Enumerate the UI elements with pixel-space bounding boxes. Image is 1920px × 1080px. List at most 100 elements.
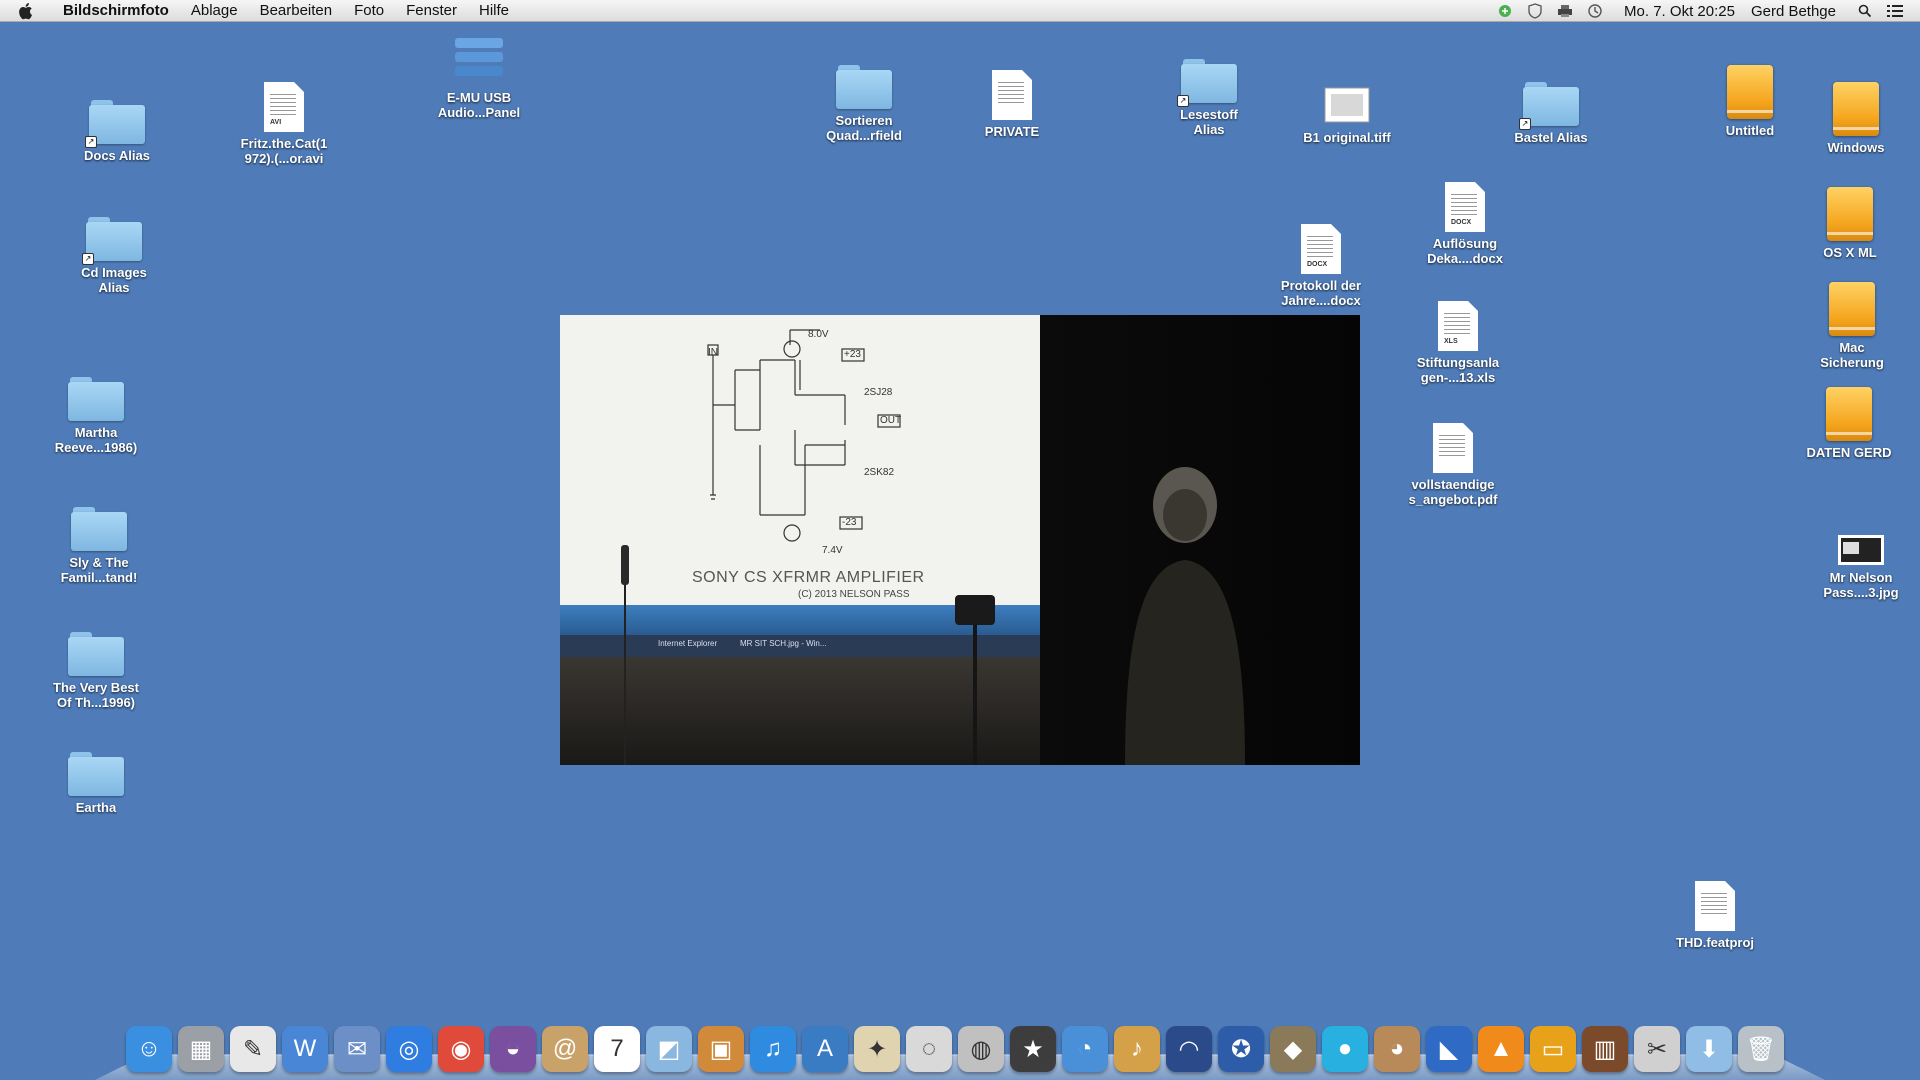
xls-file-icon: XLS xyxy=(1438,301,1478,351)
desktop-drive-windows[interactable]: Windows xyxy=(1796,80,1916,155)
dock-tor-icon[interactable]: ◒ xyxy=(490,1026,536,1072)
dock-circle-app-icon[interactable]: ● xyxy=(1322,1026,1368,1072)
shield-icon[interactable] xyxy=(1526,3,1544,19)
notification-center-icon[interactable] xyxy=(1886,3,1904,19)
dock-gimp-icon[interactable]: ◆ xyxy=(1270,1026,1316,1072)
dock-preview-icon[interactable]: ◩ xyxy=(646,1026,692,1072)
schematic-label-7v4: 7.4V xyxy=(822,545,843,556)
desktop-app-emu-usb-audio[interactable]: E-MU USB Audio...Panel xyxy=(419,30,539,120)
desktop-file-aufloesung-docx[interactable]: DOCX Auflösung Deka....docx xyxy=(1405,176,1525,266)
desktop-folder-lesestoff-alias[interactable]: ↗ Lesestoff Alias xyxy=(1149,47,1269,137)
desktop-icon-label: Martha Reeve...1986) xyxy=(54,425,138,455)
dock-audio-app-icon[interactable]: ◠ xyxy=(1166,1026,1212,1072)
dock-itunes-icon[interactable]: ♫ xyxy=(750,1026,796,1072)
dock-tv-app-icon[interactable]: ▭ xyxy=(1530,1026,1576,1072)
dock-cyberduck-icon[interactable]: ◣ xyxy=(1426,1026,1472,1072)
desktop-file-nelson-pass-jpg[interactable]: Mr Nelson Pass....3.jpg xyxy=(1801,510,1920,600)
menu-foto[interactable]: Foto xyxy=(343,0,395,22)
desktop-drive-osxml[interactable]: OS X ML xyxy=(1790,185,1910,260)
dock-calculator-icon[interactable]: ▦ xyxy=(178,1026,224,1072)
desktop-file-thd-featproj[interactable]: THD.featproj xyxy=(1655,875,1775,950)
menubar: Bildschirmfoto Ablage Bearbeiten Foto Fe… xyxy=(0,0,1920,22)
sync-icon[interactable] xyxy=(1496,3,1514,19)
desktop-file-stiftungsanlagen-xls[interactable]: XLS Stiftungsanla gen-...13.xls xyxy=(1398,295,1518,385)
dock-chrome-icon[interactable]: ◉ xyxy=(438,1026,484,1072)
dock-iphoto-icon[interactable]: ▣ xyxy=(698,1026,744,1072)
menubar-user[interactable]: Gerd Bethge xyxy=(1751,3,1836,20)
schematic-label-minus23: -23 xyxy=(842,517,857,528)
desktop-icon-label: Auflösung Deka....docx xyxy=(1427,236,1503,266)
dock-garageband-icon[interactable]: ♪ xyxy=(1114,1026,1160,1072)
desktop-file-private[interactable]: PRIVATE xyxy=(952,64,1072,139)
desktop-folder-martha-reeves[interactable]: Martha Reeve...1986) xyxy=(36,365,156,455)
video-frame[interactable]: IN 8.0V +23 2SJ28 OUT 2SK82 -23 7.4V SON… xyxy=(560,315,1360,765)
taskbar-item-ie: Internet Explorer xyxy=(658,639,718,648)
tiff-file-icon xyxy=(1324,87,1370,123)
dock-imovie-icon[interactable]: ★ xyxy=(1010,1026,1056,1072)
desktop-icon-label: THD.featproj xyxy=(1676,935,1754,950)
desktop-icon-label: Sly & The Famil...tand! xyxy=(60,555,138,585)
image-file-icon xyxy=(992,70,1032,120)
desktop-icon-label: Cd Images Alias xyxy=(81,265,147,295)
desktop-drive-mac-sicherung[interactable]: Mac Sicherung xyxy=(1792,280,1912,370)
project-file-icon xyxy=(1695,881,1735,931)
dock-dvd-player-icon[interactable]: ◍ xyxy=(958,1026,1004,1072)
dock-word-icon[interactable]: W xyxy=(282,1026,328,1072)
jpg-thumbnail-icon xyxy=(1838,535,1884,565)
desktop-file-protokoll-docx[interactable]: DOCX Protokoll der Jahre....docx xyxy=(1261,218,1381,308)
dock-finder-icon[interactable]: ☺ xyxy=(126,1026,172,1072)
dock-items: ☺ ▦ ✎ W ✉ ◎ ◉ ◒ @7 ◩ ▣ ♫ A ✦ ◌ ◍ ★ ◔ ♪ ◠ ✪ ◆ ● ◕ ◣ ▲ ▭ ▥ ✂ ⬇ 🗑 xyxy=(123,1016,1787,1072)
time-machine-icon[interactable] xyxy=(1586,3,1604,19)
schematic-label-2sj28: 2SJ28 xyxy=(864,387,893,398)
desktop-folder-eartha[interactable]: Eartha xyxy=(36,740,156,815)
desktop-folder-docs-alias[interactable]: ↗ Docs Alias xyxy=(57,88,177,163)
folder-icon: ↗ xyxy=(85,100,145,148)
dock-mail-stamp-icon[interactable]: ✉ xyxy=(334,1026,380,1072)
external-drive-icon xyxy=(1829,282,1875,336)
desktop-folder-sly-family[interactable]: Sly & The Famil...tand! xyxy=(39,495,159,585)
desktop-drive-daten-gerd[interactable]: DATEN GERD xyxy=(1789,385,1909,460)
desktop-file-angebot-pdf[interactable]: vollstaendige s_angebot.pdf xyxy=(1393,417,1513,507)
dock-textedit-icon[interactable]: ✎ xyxy=(230,1026,276,1072)
dock-app-store-icon[interactable]: A xyxy=(802,1026,848,1072)
dock-pixelmator-icon[interactable]: ✦ xyxy=(854,1026,900,1072)
desktop-folder-very-best[interactable]: The Very Best Of Th...1996) xyxy=(36,620,156,710)
menu-hilfe[interactable]: Hilfe xyxy=(468,0,520,22)
desktop-icon-label: Untitled xyxy=(1725,123,1775,138)
desktop-drive-untitled[interactable]: Untitled xyxy=(1690,63,1810,138)
external-drive-icon xyxy=(1827,187,1873,241)
dock-books-icon[interactable]: ▥ xyxy=(1582,1026,1628,1072)
desktop-file-b1-tiff[interactable]: B1 original.tiff xyxy=(1287,70,1407,145)
dock-idvd-icon[interactable]: ◔ xyxy=(1062,1026,1108,1072)
desktop-folder-bastel-alias[interactable]: ↗ Bastel Alias xyxy=(1491,70,1611,145)
desktop-icon-label: Eartha xyxy=(75,800,117,815)
apple-menu-icon[interactable] xyxy=(18,2,36,20)
menu-ablage[interactable]: Ablage xyxy=(180,0,249,22)
dock-adium-icon[interactable]: ◕ xyxy=(1374,1026,1420,1072)
schematic-label-2sk82: 2SK82 xyxy=(864,467,895,478)
dock-dvd-max-icon[interactable]: ◌ xyxy=(906,1026,952,1072)
menu-app-name[interactable]: Bildschirmfoto xyxy=(52,0,180,22)
schematic-label-8v: 8.0V xyxy=(808,329,829,340)
menu-bearbeiten[interactable]: Bearbeiten xyxy=(249,0,344,22)
dock-address-book-icon[interactable]: @ xyxy=(542,1026,588,1072)
menu-fenster[interactable]: Fenster xyxy=(395,0,468,22)
desktop-folder-cd-images-alias[interactable]: ↗ Cd Images Alias xyxy=(54,205,174,295)
desktop-icon-label: Mr Nelson Pass....3.jpg xyxy=(1823,570,1899,600)
dock-downloads-folder-icon[interactable]: ⬇ xyxy=(1686,1026,1732,1072)
menubar-clock[interactable]: Mo. 7. Okt 20:25 xyxy=(1624,3,1735,20)
external-drive-icon xyxy=(1833,82,1879,136)
spotlight-search-icon[interactable] xyxy=(1856,3,1874,19)
desktop-icon-label: Sortieren Quad...rfield xyxy=(826,113,902,143)
dock-ical-icon[interactable]: 7 xyxy=(594,1026,640,1072)
printer-icon[interactable] xyxy=(1556,3,1574,19)
dock-trash-icon[interactable]: 🗑 xyxy=(1738,1026,1784,1072)
folder-icon xyxy=(68,752,124,796)
dock-safari-icon[interactable]: ◎ xyxy=(386,1026,432,1072)
dock-scissors-icon[interactable]: ✂ xyxy=(1634,1026,1680,1072)
desktop-folder-sortieren[interactable]: Sortieren Quad...rfield xyxy=(804,53,924,143)
dock-vlc-icon[interactable]: ▲ xyxy=(1478,1026,1524,1072)
desktop-file-fritz-avi[interactable]: AVI Fritz.the.Cat(1 972).(...or.avi xyxy=(224,76,344,166)
desktop-icon-label: Stiftungsanla gen-...13.xls xyxy=(1416,355,1500,385)
dock-network-app-icon[interactable]: ✪ xyxy=(1218,1026,1264,1072)
